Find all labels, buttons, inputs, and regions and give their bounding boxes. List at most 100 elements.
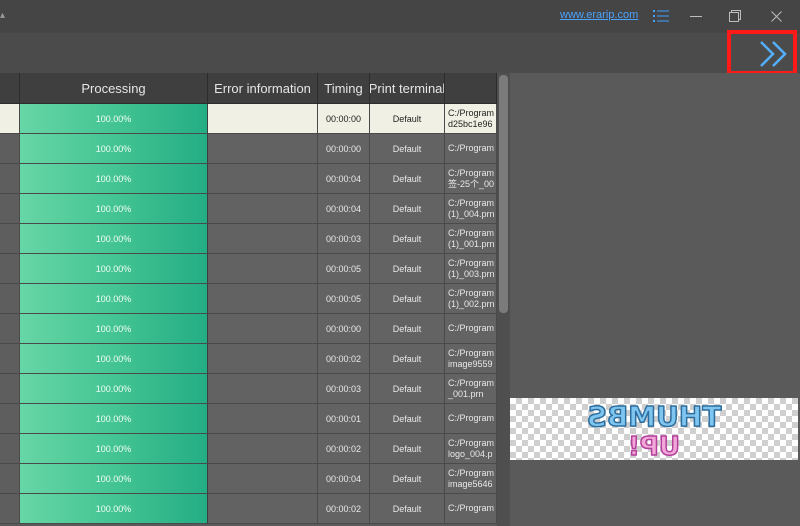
row-index-cell — [0, 344, 20, 374]
timing-cell: 00:00:03 — [318, 224, 370, 254]
error-cell — [208, 494, 318, 524]
preview-panel: THUMBS UP! — [510, 73, 800, 526]
timing-cell: 00:00:00 — [318, 104, 370, 134]
task-table: Processing Error information Timing Prin… — [0, 73, 510, 526]
header-first-column[interactable] — [0, 73, 20, 103]
path-cell: C:/Program _001.prn — [445, 374, 497, 404]
terminal-cell: Default — [370, 164, 445, 194]
table-row[interactable]: 100.00% 00:00:02 Default C:/Program image95… — [0, 344, 497, 374]
table-row[interactable]: 100.00% 00:00:00 Default C:/Program — [0, 134, 497, 164]
path-cell: C:/Program — [445, 314, 497, 344]
processing-cell: 100.00% — [20, 194, 208, 224]
row-index-cell — [0, 434, 20, 464]
processing-cell: 100.00% — [20, 224, 208, 254]
terminal-cell: Default — [370, 134, 445, 164]
menu-icon[interactable] — [651, 6, 671, 26]
processing-cell: 100.00% — [20, 374, 208, 404]
processing-cell: 100.00% — [20, 464, 208, 494]
terminal-cell: Default — [370, 284, 445, 314]
row-index-cell — [0, 314, 20, 344]
timing-cell: 00:00:02 — [318, 344, 370, 374]
row-index-cell — [0, 464, 20, 494]
processing-cell: 100.00% — [20, 284, 208, 314]
table-row[interactable]: 100.00% 00:00:03 Default C:/Program (1)_001… — [0, 224, 497, 254]
table-scrollbar[interactable] — [497, 73, 510, 526]
terminal-cell: Default — [370, 224, 445, 254]
error-cell — [208, 164, 318, 194]
error-cell — [208, 284, 318, 314]
restore-icon[interactable] — [725, 6, 745, 26]
terminal-cell: Default — [370, 254, 445, 284]
timing-cell: 00:00:03 — [318, 374, 370, 404]
error-cell — [208, 194, 318, 224]
expand-panel-button[interactable] — [753, 36, 793, 72]
path-cell: C:/Program — [445, 404, 497, 434]
error-cell — [208, 434, 318, 464]
terminal-cell: Default — [370, 494, 445, 524]
error-cell — [208, 404, 318, 434]
table-row[interactable]: 100.00% 00:00:04 Default C:/Program (1)_004… — [0, 194, 497, 224]
terminal-cell: Default — [370, 404, 445, 434]
timing-cell: 00:00:02 — [318, 494, 370, 524]
table-row[interactable]: 100.00% 00:00:04 Default C:/Program 签-25个_0… — [0, 164, 497, 194]
row-index-cell — [0, 224, 20, 254]
error-cell — [208, 224, 318, 254]
path-cell: C:/Program (1)_004.prn — [445, 194, 497, 224]
error-cell — [208, 254, 318, 284]
processing-cell: 100.00% — [20, 434, 208, 464]
header-error-information[interactable]: Error information — [208, 73, 318, 103]
timing-cell: 00:00:04 — [318, 464, 370, 494]
path-cell: C:/Program d25bc1e96 — [445, 104, 497, 134]
double-chevron-right-icon — [760, 41, 787, 67]
terminal-cell: Default — [370, 434, 445, 464]
timing-cell: 00:00:05 — [318, 254, 370, 284]
title-bar: ▴ www.erarip.com — [0, 0, 800, 33]
row-index-cell — [0, 194, 20, 224]
row-index-cell — [0, 104, 20, 134]
processing-cell: 100.00% — [20, 254, 208, 284]
timing-cell: 00:00:00 — [318, 134, 370, 164]
timing-cell: 00:00:04 — [318, 194, 370, 224]
scrollbar-thumb[interactable] — [499, 75, 508, 313]
path-cell: C:/Program image9559 — [445, 344, 497, 374]
preview-text-line2: UP! — [628, 432, 680, 460]
processing-cell: 100.00% — [20, 164, 208, 194]
table-row[interactable]: 100.00% 00:00:02 Default C:/Program logo_00… — [0, 434, 497, 464]
error-cell — [208, 104, 318, 134]
header-path[interactable] — [445, 73, 497, 103]
table-row[interactable]: 100.00% 00:00:00 Default C:/Program — [0, 314, 497, 344]
table-row[interactable]: 100.00% 00:00:03 Default C:/Program _001.pr… — [0, 374, 497, 404]
terminal-cell: Default — [370, 194, 445, 224]
error-cell — [208, 464, 318, 494]
path-cell: C:/Program (1)_003.prn — [445, 254, 497, 284]
path-cell: C:/Program (1)_002.prn — [445, 284, 497, 314]
row-index-cell — [0, 374, 20, 404]
thumbnail-image: THUMBS UP! — [586, 399, 722, 460]
terminal-cell: Default — [370, 464, 445, 494]
header-print-terminal[interactable]: Print terminal — [370, 73, 445, 103]
error-cell — [208, 344, 318, 374]
terminal-cell: Default — [370, 344, 445, 374]
timing-cell: 00:00:00 — [318, 314, 370, 344]
path-cell: C:/Program — [445, 494, 497, 524]
website-link[interactable]: www.erarip.com — [560, 9, 638, 21]
table-row[interactable]: 100.00% 00:00:04 Default C:/Program image56… — [0, 464, 497, 494]
row-index-cell — [0, 134, 20, 164]
path-cell: C:/Program (1)_001.prn — [445, 224, 497, 254]
table-row[interactable]: 100.00% 00:00:02 Default C:/Program — [0, 494, 497, 524]
processing-cell: 100.00% — [20, 134, 208, 164]
header-timing[interactable]: Timing — [318, 73, 370, 103]
table-row[interactable]: 100.00% 00:00:05 Default C:/Program (1)_003… — [0, 254, 497, 284]
table-row[interactable]: 100.00% 00:00:05 Default C:/Program (1)_002… — [0, 284, 497, 314]
minimize-icon[interactable] — [686, 6, 706, 26]
processing-cell: 100.00% — [20, 404, 208, 434]
table-row[interactable]: 100.00% 00:00:00 Default C:/Program d25bc1e… — [0, 104, 497, 134]
close-icon[interactable] — [766, 6, 786, 26]
header-processing[interactable]: Processing — [20, 73, 208, 103]
path-cell: C:/Program logo_004.p — [445, 434, 497, 464]
title-fragment: ▴ — [0, 10, 6, 21]
row-index-cell — [0, 404, 20, 434]
timing-cell: 00:00:04 — [318, 164, 370, 194]
table-row[interactable]: 100.00% 00:00:01 Default C:/Program — [0, 404, 497, 434]
processing-cell: 100.00% — [20, 494, 208, 524]
